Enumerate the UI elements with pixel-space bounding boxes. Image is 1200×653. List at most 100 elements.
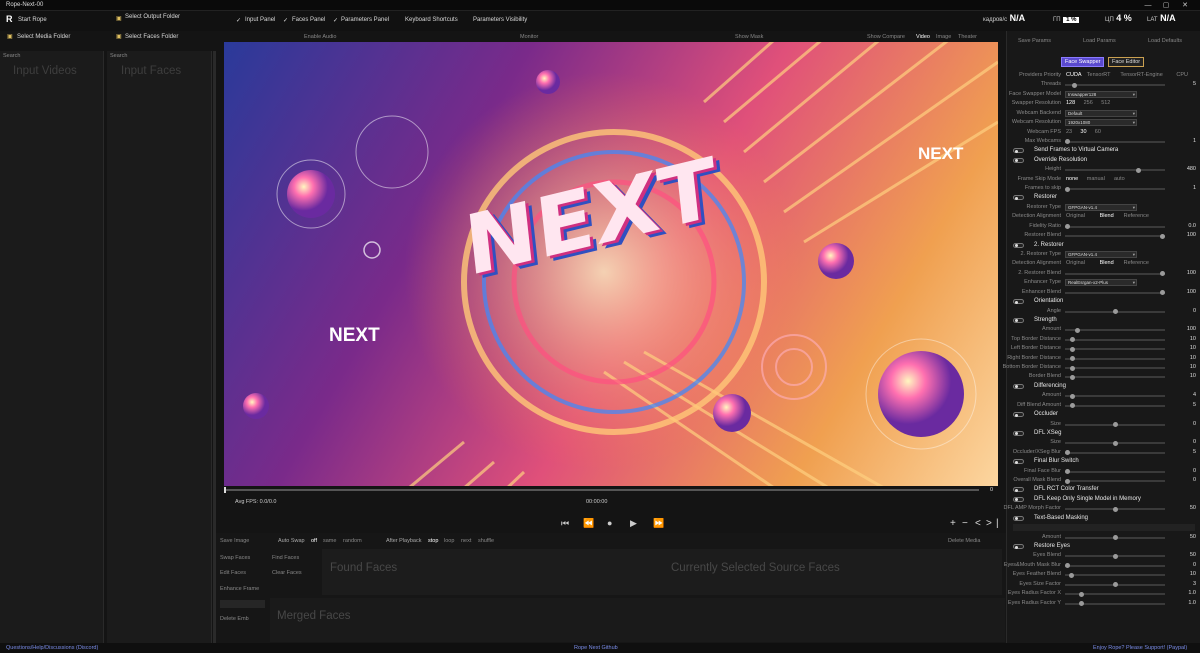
select-faces-folder-button[interactable]: Select Faces Folder [125,34,178,40]
slider-knob[interactable] [1079,601,1085,607]
slider-knob[interactable] [1069,374,1075,380]
param-option[interactable]: 256 [1084,100,1093,106]
slider-knob[interactable] [1069,356,1075,362]
param-dropdown[interactable]: RealEsrgan-x2-Plus ▾ [1065,279,1137,287]
zoom-in-icon[interactable]: + [950,518,956,529]
param-option[interactable]: 23 [1066,129,1072,135]
toggle-switch[interactable] [1013,459,1024,465]
play-icon[interactable]: ▶ [630,518,637,529]
param-slider[interactable] [1065,582,1165,588]
timeline-handle[interactable] [224,487,226,493]
close-icon[interactable]: ✕ [1176,0,1194,11]
load-params-button[interactable]: Load Params [1083,38,1116,44]
after-playback-stop[interactable]: stop [428,538,438,544]
edit-faces-button[interactable]: Edit Faces [220,570,246,576]
minimize-icon[interactable]: — [1139,0,1157,11]
param-option[interactable]: TensorRT-Engine [1120,72,1162,78]
toggle-switch[interactable] [1013,544,1024,549]
search-input[interactable]: Search [3,53,20,59]
prev-marker-icon[interactable]: < [975,518,981,529]
slider-knob[interactable] [1069,365,1075,371]
param-slider[interactable] [1065,591,1165,597]
next-marker-icon[interactable]: > [986,518,992,529]
keyboard-shortcuts-button[interactable]: Keyboard Shortcuts [405,17,458,23]
discord-link[interactable]: Questions/Help/Discussions (Discord) [6,645,98,651]
parameters-panel-toggle[interactable]: Parameters Panel [341,17,389,23]
param-option[interactable]: 512 [1101,100,1110,106]
param-slider[interactable] [1065,167,1165,173]
found-faces-panel[interactable] [322,549,1002,595]
save-image-button[interactable]: Save Image [220,538,249,544]
toggle-switch[interactable] [1013,195,1024,201]
slider-knob[interactable] [1069,337,1075,343]
tab-face-editor[interactable]: Face Editor [1108,57,1145,67]
slider-knob[interactable] [1112,535,1118,541]
after-playback-shuffle[interactable]: shuffle [478,538,494,544]
delete-emb-button[interactable]: Delete Emb [220,616,249,622]
slider-knob[interactable] [1068,572,1074,578]
slider-knob[interactable] [1112,309,1118,314]
param-option[interactable]: Blend [1100,260,1114,266]
slider-knob[interactable] [1074,327,1080,333]
param-slider[interactable] [1065,563,1165,569]
slider-knob[interactable] [1065,469,1070,475]
search-input[interactable]: Search [110,53,127,59]
param-option[interactable]: Reference [1124,260,1149,266]
param-slider[interactable] [1065,365,1165,371]
video-preview[interactable]: NEXT NEXT NEXT [224,42,998,486]
toggle-switch[interactable] [1013,383,1024,389]
toggle-switch[interactable] [1013,430,1024,436]
param-slider[interactable] [1065,356,1165,362]
video-mode-tab[interactable]: Video [916,34,930,40]
slider-knob[interactable] [1160,271,1165,277]
slider-knob[interactable] [1069,393,1075,399]
embedding-input[interactable] [220,600,265,608]
param-slider[interactable] [1065,506,1165,512]
toggle-switch[interactable] [1013,148,1024,154]
record-stop-icon[interactable]: ● [607,518,612,528]
param-option[interactable]: CUDA [1066,72,1082,78]
input-videos-panel[interactable]: Search Input Videos [0,51,104,643]
param-option[interactable]: Blend [1100,213,1114,219]
after-playback-loop[interactable]: loop [444,538,454,544]
toggle-switch[interactable] [1013,496,1024,502]
slider-knob[interactable] [1112,582,1118,588]
slider-knob[interactable] [1160,233,1165,239]
param-slider[interactable] [1065,440,1165,446]
param-dropdown[interactable]: Default ▾ [1065,109,1137,117]
github-link[interactable]: Rope Next Github [574,645,618,651]
param-slider[interactable] [1065,337,1165,343]
slider-knob[interactable] [1079,591,1085,597]
toggle-switch[interactable] [1013,299,1024,305]
toggle-switch[interactable] [1013,317,1024,323]
select-output-folder-button[interactable]: Select Output Folder [125,14,180,20]
rewind-icon[interactable]: ⏪ [583,518,594,529]
slider-knob[interactable] [1071,82,1077,88]
param-slider[interactable] [1065,478,1165,484]
param-option[interactable]: TensorRT [1087,72,1111,78]
param-slider[interactable] [1065,403,1165,409]
input-faces-panel[interactable]: Search Input Faces [107,51,212,643]
toggle-switch[interactable] [1013,157,1024,163]
delete-media-button[interactable]: Delete Media [948,538,980,544]
slider-knob[interactable] [1069,346,1075,352]
param-slider[interactable] [1065,393,1165,399]
zoom-out-icon[interactable]: − [962,518,968,529]
toggle-switch[interactable] [1013,412,1024,418]
slider-knob[interactable] [1112,553,1118,559]
param-option[interactable]: Original [1066,260,1085,266]
enhance-frame-button[interactable]: Enhance Frame [220,586,259,592]
slider-knob[interactable] [1065,139,1070,145]
param-dropdown[interactable]: 1920x1080 ▾ [1065,119,1137,127]
swap-faces-button[interactable]: Swap Faces [220,555,250,561]
param-slider[interactable] [1065,572,1165,578]
toggle-switch[interactable] [1013,242,1024,248]
param-slider[interactable] [1065,327,1165,333]
param-slider[interactable] [1065,233,1165,239]
slider-knob[interactable] [1112,422,1118,428]
param-dropdown[interactable]: GFPGAN-v1.4 ▾ [1065,250,1137,258]
slider-knob[interactable] [1065,450,1070,456]
slider-knob[interactable] [1112,506,1118,512]
theater-mode-tab[interactable]: Theater [958,34,977,40]
show-compare-toggle[interactable]: Show Compare [867,34,905,40]
